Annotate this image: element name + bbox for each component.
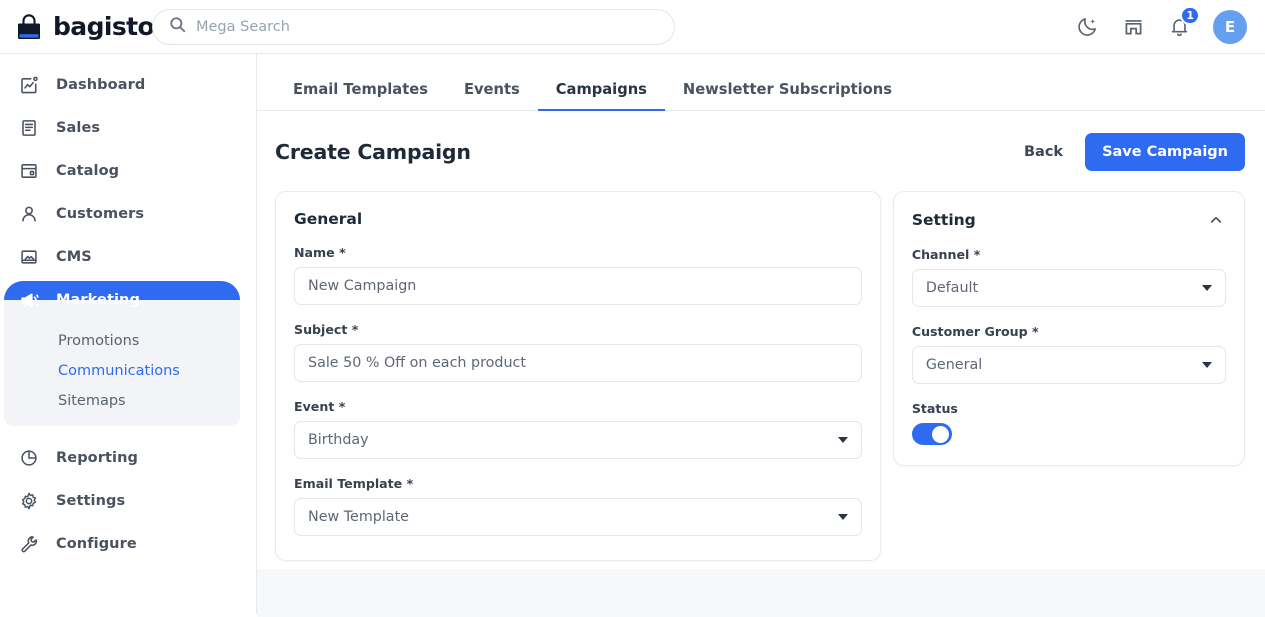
field-customer-group: Customer Group * General [912,324,1226,384]
dashboard-chart-icon [18,74,40,96]
tab-email-templates[interactable]: Email Templates [275,81,446,110]
chevron-down-icon [838,514,848,520]
field-event: Event * Birthday [294,399,862,459]
search-icon [169,16,186,37]
general-card-title: General [294,210,362,228]
top-header: bagisto [0,0,1265,54]
page-header: Create Campaign Back Save Campaign [257,111,1265,171]
header-actions: 1 E [1075,10,1265,44]
sidebar-item-communications[interactable]: Communications [4,356,240,386]
page-title: Create Campaign [275,140,471,164]
sidebar: Dashboard Sales Catalog [0,54,257,614]
sidebar-label: Settings [56,493,125,509]
setting-card: Setting Channel * Default Custom [893,191,1245,466]
channel-select-value: Default [926,280,978,296]
catalog-window-icon [18,160,40,182]
tab-bar: Email Templates Events Campaigns Newslet… [257,54,1265,111]
customer-group-select-value: General [926,357,982,373]
event-select[interactable]: Birthday [294,421,862,459]
brand[interactable]: bagisto [0,12,130,42]
sidebar-item-sitemaps[interactable]: Sitemaps [4,386,240,416]
subject-input[interactable] [294,344,862,382]
sidebar-item-settings[interactable]: Settings [4,482,240,520]
event-label: Event * [294,399,862,414]
main-content: Email Templates Events Campaigns Newslet… [257,54,1265,617]
sidebar-label: CMS [56,249,92,265]
sidebar-label: Dashboard [56,77,145,93]
tab-newsletter-subscriptions[interactable]: Newsletter Subscriptions [665,81,910,110]
sidebar-item-customers[interactable]: Customers [4,195,240,233]
pie-chart-icon [18,447,40,469]
sidebar-item-cms[interactable]: CMS [4,238,240,276]
status-toggle-knob [932,426,949,443]
avatar[interactable]: E [1213,10,1247,44]
field-channel: Channel * Default [912,247,1226,307]
status-toggle[interactable] [912,423,952,445]
email-template-select-value: New Template [308,509,409,525]
sidebar-label: Reporting [56,450,138,466]
notification-badge: 1 [1180,6,1200,25]
channel-select[interactable]: Default [912,269,1226,307]
field-email-template: Email Template * New Template [294,476,862,536]
search-bar[interactable] [152,9,675,45]
tab-campaigns[interactable]: Campaigns [538,81,665,110]
sidebar-label: Marketing [56,292,140,308]
back-button[interactable]: Back [1024,144,1063,160]
customer-group-select[interactable]: General [912,346,1226,384]
general-card: General Name * Subject * Event * Birthda… [275,191,881,561]
field-status: Status [912,401,1226,445]
form-layout: General Name * Subject * Event * Birthda… [257,171,1265,561]
sidebar-label: Catalog [56,163,119,179]
general-card-header: General [294,210,862,228]
chevron-down-icon [1202,285,1212,291]
channel-label: Channel * [912,247,1226,262]
subject-label: Subject * [294,322,862,337]
store-icon[interactable] [1121,15,1145,39]
spacer [0,426,256,439]
bell-icon[interactable]: 1 [1167,15,1191,39]
footer-strip [257,569,1265,617]
sidebar-submenu-marketing: Promotions Communications Sitemaps [4,300,240,426]
document-list-icon [18,117,40,139]
tab-events[interactable]: Events [446,81,538,110]
field-name: Name * [294,245,862,305]
setting-card-title: Setting [912,211,976,229]
sidebar-item-sales[interactable]: Sales [4,109,240,147]
sidebar-item-promotions[interactable]: Promotions [4,326,240,356]
page-actions: Back Save Campaign [1024,133,1245,171]
field-subject: Subject * [294,322,862,382]
app-window: bagisto [0,0,1265,617]
sidebar-item-reporting[interactable]: Reporting [4,439,240,477]
email-template-select[interactable]: New Template [294,498,862,536]
chevron-up-icon[interactable] [1206,210,1226,230]
customer-group-label: Customer Group * [912,324,1226,339]
sidebar-label: Customers [56,206,144,222]
setting-card-header: Setting [912,210,1226,230]
search-input[interactable] [196,19,658,35]
save-campaign-button[interactable]: Save Campaign [1085,133,1245,171]
megaphone-icon [18,289,40,311]
wrench-icon [18,533,40,555]
sidebar-item-dashboard[interactable]: Dashboard [4,66,240,104]
chevron-down-icon [1202,362,1212,368]
sidebar-label: Sales [56,120,100,136]
sidebar-item-configure[interactable]: Configure [4,525,240,563]
chevron-down-icon [838,437,848,443]
name-label: Name * [294,245,862,260]
name-input[interactable] [294,267,862,305]
email-template-label: Email Template * [294,476,862,491]
bag-icon [14,12,44,42]
user-icon [18,203,40,225]
image-icon [18,246,40,268]
gear-icon [18,490,40,512]
sidebar-item-catalog[interactable]: Catalog [4,152,240,190]
brand-name: bagisto [53,12,154,41]
moon-star-icon[interactable] [1075,15,1099,39]
event-select-value: Birthday [308,432,369,448]
sidebar-label: Configure [56,536,137,552]
status-label: Status [912,401,1226,416]
